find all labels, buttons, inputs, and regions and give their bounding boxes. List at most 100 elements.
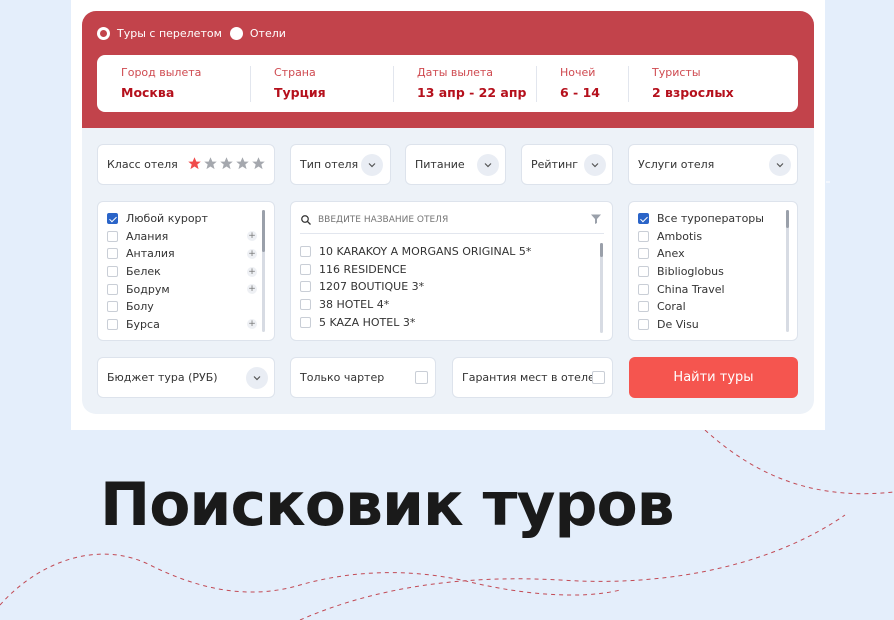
page-headline: Поисковик туров [100,470,675,540]
resort-label: Любой курорт [126,212,208,226]
checkbox-checked-icon[interactable] [638,213,649,225]
guarantee-toggle[interactable]: Гарантия мест в отеле [452,357,613,398]
filter-icon[interactable] [590,213,602,225]
operator-item[interactable]: Ambotis [638,228,783,246]
checkbox[interactable] [107,230,118,242]
hotel-class-filter[interactable]: Класс отеля [97,144,275,185]
resort-item[interactable]: Любой курорт [107,210,257,228]
operator-item[interactable]: China Travel [638,280,783,298]
checkbox[interactable] [107,318,118,330]
resort-item[interactable]: Алания + [107,228,257,246]
resort-item[interactable]: Болу [107,298,257,316]
expand-plus-icon[interactable]: + [247,266,257,277]
operator-item[interactable]: De Visu [638,316,783,334]
hotel-class-label: Класс отеля [107,158,178,171]
param-dates[interactable]: Даты вылета 13 апр - 22 апр [393,55,536,112]
star-icon[interactable] [203,156,218,171]
search-icon [301,215,311,225]
param-departure-city[interactable]: Город вылета Москва [97,55,250,112]
hotel-type-dropdown[interactable]: Тип отеля [290,144,391,185]
operator-item[interactable]: Coral [638,298,783,316]
hotel-search-panel: 10 KARAKOY A MORGANS ORIGINAL 5* 116 RES… [290,201,613,341]
operator-item[interactable]: Anex [638,245,783,263]
hotel-label: 1207 BOUTIQUE 3* [319,280,425,294]
scrollbar[interactable] [262,210,265,332]
operator-label: China Travel [657,282,725,296]
checkbox[interactable] [300,316,311,328]
resorts-panel: Любой курорт Алания + Анталия + Белек + Бод… [97,201,275,341]
meals-dropdown[interactable]: Питание [405,144,506,185]
resort-label: Белек [126,265,161,279]
checkbox[interactable] [592,371,605,384]
hotel-item[interactable]: 10 KARAKOY A MORGANS ORIGINAL 5* [300,243,590,261]
checkbox[interactable] [638,230,649,242]
operator-item[interactable]: Biblioglobus [638,263,783,281]
find-tours-button[interactable]: Найти туры [629,357,798,398]
checkbox[interactable] [415,371,428,384]
search-header: Туры с перелетом Отели Город вылета Моск… [82,11,814,128]
checkbox[interactable] [638,266,649,278]
resort-item[interactable]: Бодрум + [107,280,257,298]
star-icon[interactable] [187,156,202,171]
checkbox[interactable] [107,283,118,295]
operator-label: Ambotis [657,229,703,243]
radio-hotels[interactable]: Отели [229,27,286,40]
checkbox[interactable] [107,301,118,313]
chevron-down-icon [246,367,268,389]
services-label: Услуги отеля [638,158,715,171]
services-dropdown[interactable]: Услуги отеля [628,144,798,185]
rating-dropdown[interactable]: Рейтинг [521,144,613,185]
param-title: Страна [274,66,316,79]
checkbox[interactable] [107,266,118,278]
param-value: Турция [274,85,326,100]
param-nights[interactable]: Ночей 6 - 14 [536,55,628,112]
resort-item[interactable]: Анталия + [107,245,257,263]
checkbox[interactable] [638,318,649,330]
expand-plus-icon[interactable]: + [247,284,257,295]
expand-plus-icon[interactable]: + [247,231,257,242]
checkbox[interactable] [638,248,649,260]
checkbox[interactable] [638,283,649,295]
rating-label: Рейтинг [531,158,579,171]
hotel-item[interactable]: 116 RESIDENCE [300,261,590,279]
resort-item[interactable]: Белек + [107,263,257,281]
hotel-item[interactable]: 38 HOTEL 4* [300,296,590,314]
checkbox[interactable] [300,263,311,275]
operator-label: Coral [657,300,686,314]
hotel-search-field [300,211,604,234]
radio-tours-with-flight[interactable]: Туры с перелетом [97,27,222,40]
star-icon[interactable] [219,156,234,171]
charter-label: Только чартер [300,371,385,384]
charter-only-toggle[interactable]: Только чартер [290,357,436,398]
star-icon[interactable] [235,156,250,171]
star-icon[interactable] [251,156,266,171]
hotel-item[interactable]: 5 KAZA HOTEL 3* [300,313,590,331]
expand-plus-icon[interactable]: + [247,248,257,259]
chevron-down-icon [361,154,383,176]
scrollbar[interactable] [786,210,789,332]
checkbox[interactable] [638,301,649,313]
checkbox[interactable] [300,299,311,311]
operator-item[interactable]: Все туроператоры [638,210,783,228]
resort-item[interactable]: Бурса + [107,316,257,334]
expand-plus-icon[interactable]: + [247,319,257,330]
operator-label: De Visu [657,317,699,331]
checkbox[interactable] [107,248,118,260]
hotel-search-input[interactable] [318,211,578,229]
param-tourists[interactable]: Туристы 2 взрослых [628,55,778,112]
radio-selected-icon [97,27,110,40]
radio-unselected-icon [229,27,243,40]
budget-dropdown[interactable]: Бюджет тура (РУБ) [97,357,275,398]
resort-label: Алания [126,229,169,243]
operators-panel: Все туроператоры Ambotis Anex Biblioglob… [628,201,798,341]
param-country[interactable]: Страна Турция [250,55,393,112]
hotel-item[interactable]: 1207 BOUTIQUE 3* [300,278,590,296]
radio-label: Отели [249,27,286,40]
scrollbar[interactable] [600,243,603,333]
operator-label: Все туроператоры [657,212,764,226]
radio-label: Туры с перелетом [117,27,222,40]
checkbox[interactable] [300,246,311,258]
hotel-type-label: Тип отеля [300,158,359,171]
checkbox[interactable] [300,281,311,293]
checkbox-checked-icon[interactable] [107,213,118,225]
